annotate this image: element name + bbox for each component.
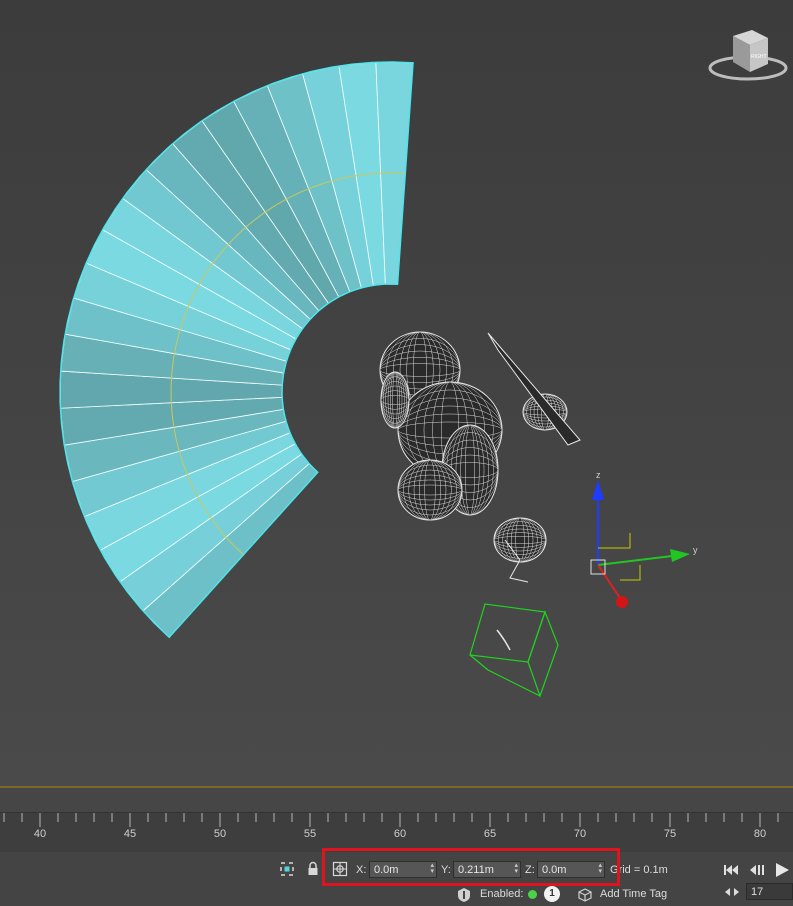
y-axis-line[interactable] xyxy=(597,555,673,566)
current-frame-field[interactable]: 17 xyxy=(746,883,793,900)
coordinates-highlight-box xyxy=(322,848,620,886)
timeline-tick-label: 50 xyxy=(213,828,227,840)
z-axis-arrow[interactable] xyxy=(592,480,604,500)
prev-frame-icon[interactable] xyxy=(748,862,766,878)
add-time-tag-button[interactable]: Add Time Tag xyxy=(600,888,667,900)
y-axis-label: y xyxy=(693,545,698,555)
timeline-tick-label: 70 xyxy=(573,828,587,840)
timeline-tick-label: 55 xyxy=(303,828,317,840)
gizmo-plane-xy[interactable] xyxy=(620,565,641,581)
transform-gizmo[interactable]: z y xyxy=(590,470,698,608)
viewcube-face-label: RIGHT xyxy=(751,54,767,60)
y-axis-arrow[interactable] xyxy=(670,549,690,562)
current-frame-value: 17 xyxy=(751,886,764,898)
character-wireframe[interactable] xyxy=(379,331,581,583)
key-filter-icon[interactable] xyxy=(456,887,472,903)
x-axis-line[interactable] xyxy=(597,564,621,599)
viewport-scene: z y RIGHT xyxy=(59,30,788,698)
time-tag-icon[interactable] xyxy=(577,887,593,903)
timeline-tick-label: 60 xyxy=(393,828,407,840)
gizmo-plane-yz[interactable] xyxy=(598,533,631,549)
timeline-slider-area[interactable] xyxy=(0,788,793,812)
timeline-tick-label: 45 xyxy=(123,828,137,840)
timeline-tick-label: 75 xyxy=(663,828,677,840)
play-icon[interactable] xyxy=(772,861,792,879)
timeline-tick-label: 80 xyxy=(753,828,767,840)
lock-icon[interactable] xyxy=(306,861,320,877)
viewcube[interactable]: RIGHT xyxy=(708,30,788,81)
z-axis-label: z xyxy=(596,470,601,480)
x-axis-arrow[interactable] xyxy=(616,596,628,608)
timeline-ruler[interactable]: 40 45 50 55 60 65 70 75 80 xyxy=(0,812,793,853)
frame-spinner-icon[interactable] xyxy=(724,885,740,899)
zoom-extents-icon[interactable] xyxy=(279,861,295,877)
enabled-status-dot[interactable] xyxy=(528,890,537,899)
enabled-badge[interactable]: 1 xyxy=(544,886,560,902)
timeline-tick-label: 40 xyxy=(33,828,47,840)
target-helper-box[interactable] xyxy=(469,603,559,698)
timeline-tick-label: 65 xyxy=(483,828,497,840)
goto-start-icon[interactable] xyxy=(722,862,740,878)
viewport[interactable]: z y RIGHT xyxy=(0,0,793,786)
spiral-stair-mesh[interactable] xyxy=(59,61,414,639)
enabled-label: Enabled: xyxy=(480,888,524,900)
